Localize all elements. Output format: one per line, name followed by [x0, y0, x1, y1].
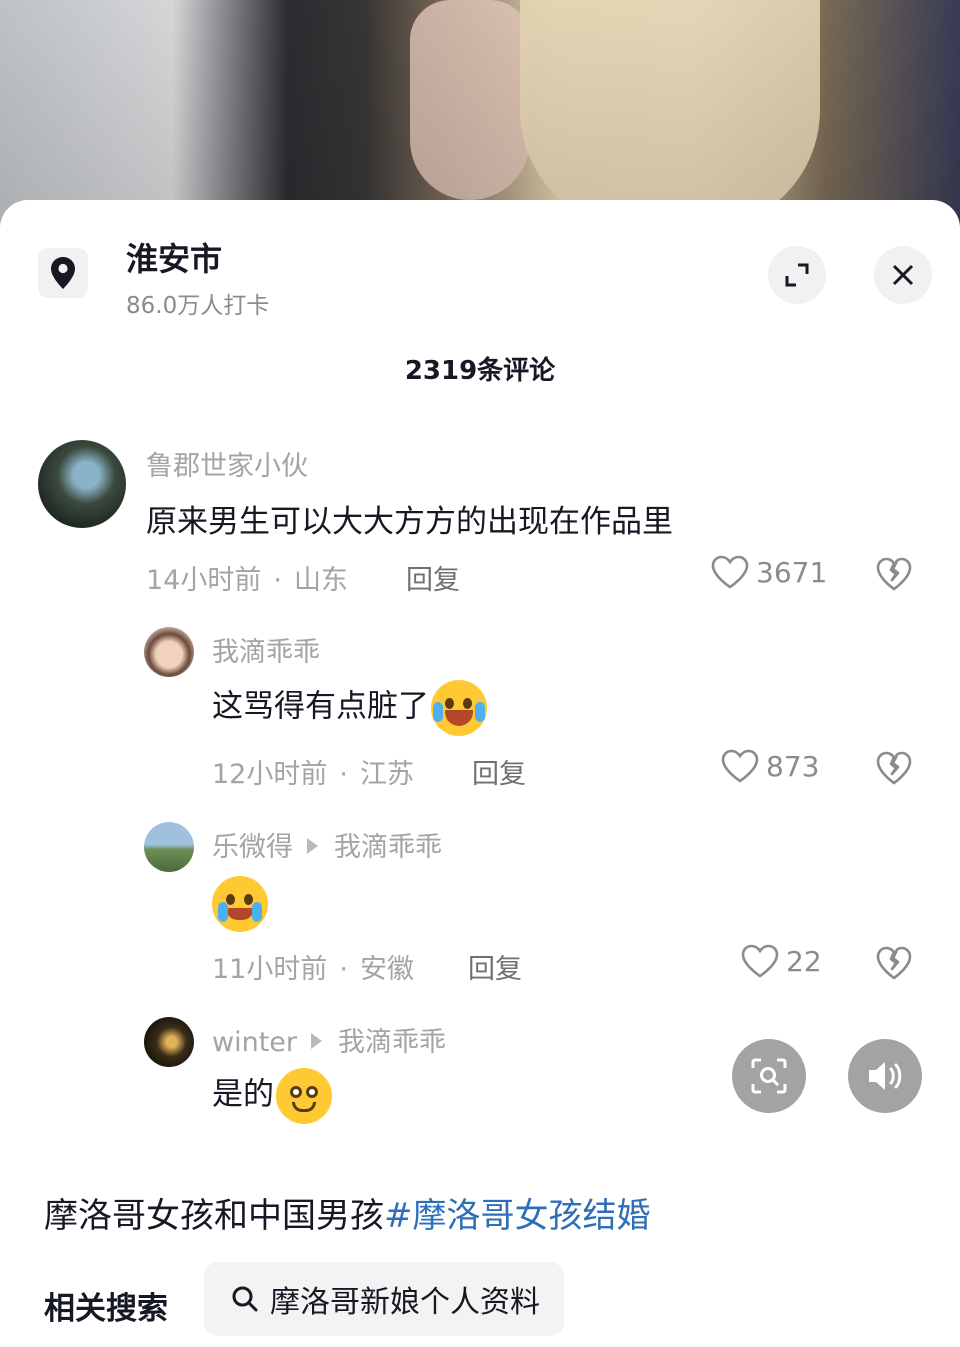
like-count: 22 [786, 944, 822, 978]
like-button[interactable]: 3671 [710, 554, 827, 590]
comment-username[interactable]: 我滴乖乖 [212, 630, 320, 669]
heart-icon [721, 749, 759, 783]
comment-username[interactable]: 乐微得 我滴乖乖 [212, 825, 442, 864]
image-search-icon [751, 1058, 787, 1094]
reply-button[interactable]: 回复 [406, 558, 460, 597]
crying-laughing-emoji [431, 680, 487, 736]
location-checkins: 86.0万人打卡 [126, 293, 270, 319]
dislike-icon[interactable] [876, 556, 912, 592]
video-photo-background [0, 0, 960, 230]
comment-text [212, 876, 268, 932]
crying-emoji [212, 876, 268, 932]
hashtag-link[interactable]: #摩洛哥女孩结婚 [384, 1196, 651, 1236]
image-search-button[interactable] [732, 1039, 806, 1113]
related-search-chip[interactable]: 摩洛哥新娘个人资料 [204, 1262, 564, 1336]
related-search-query: 摩洛哥新娘个人资料 [270, 1285, 540, 1320]
avatar[interactable] [38, 440, 126, 528]
expand-button[interactable] [768, 246, 826, 304]
comment-count: 2319条评论 [404, 356, 556, 386]
close-icon [892, 264, 914, 286]
search-icon [232, 1286, 258, 1312]
close-button[interactable] [874, 246, 932, 304]
like-count: 873 [766, 749, 820, 783]
avatar[interactable] [144, 1017, 194, 1067]
avatar[interactable] [144, 627, 194, 677]
smiling-emoji [276, 1068, 332, 1124]
comment-text: 原来男生可以大大方方的出现在作品里 [146, 504, 673, 540]
comment-meta: 12小时前 · 江苏 [212, 759, 414, 790]
comment-text: 这骂得有点脏了 [212, 680, 487, 736]
reply-button[interactable]: 回复 [468, 947, 522, 986]
comment-meta: 14小时前 · 山东 [146, 565, 348, 596]
reply-button[interactable]: 回复 [472, 752, 526, 791]
heart-icon [711, 555, 749, 589]
location-pin-icon[interactable] [38, 248, 88, 298]
reply-arrow-icon [307, 838, 318, 854]
speaker-icon [869, 1062, 902, 1090]
reply-arrow-icon [311, 1033, 322, 1049]
comment-username[interactable]: winter 我滴乖乖 [212, 1020, 446, 1059]
dislike-icon[interactable] [876, 945, 912, 981]
like-button[interactable]: 22 [740, 943, 822, 979]
expand-icon [785, 263, 809, 287]
comment-username[interactable]: 鲁郡世家小伙 [146, 444, 308, 483]
location-name[interactable]: 淮安市 [126, 234, 222, 280]
like-count: 3671 [756, 555, 828, 589]
video-caption: 摩洛哥女孩和中国男孩#摩洛哥女孩结婚 [44, 1196, 651, 1236]
like-button[interactable]: 873 [720, 748, 819, 784]
related-search-label: 相关搜索 [44, 1291, 168, 1327]
sound-button[interactable] [848, 1039, 922, 1113]
comment-meta: 11小时前 · 安徽 [212, 954, 414, 985]
comment-text: 是的 [212, 1068, 332, 1124]
dislike-icon[interactable] [876, 750, 912, 786]
comment-sheet: 淮安市 86.0万人打卡 2319条评论 鲁郡世家小伙 原来男生可以大大方方的出… [0, 200, 960, 1347]
avatar[interactable] [144, 822, 194, 872]
heart-icon [741, 944, 779, 978]
